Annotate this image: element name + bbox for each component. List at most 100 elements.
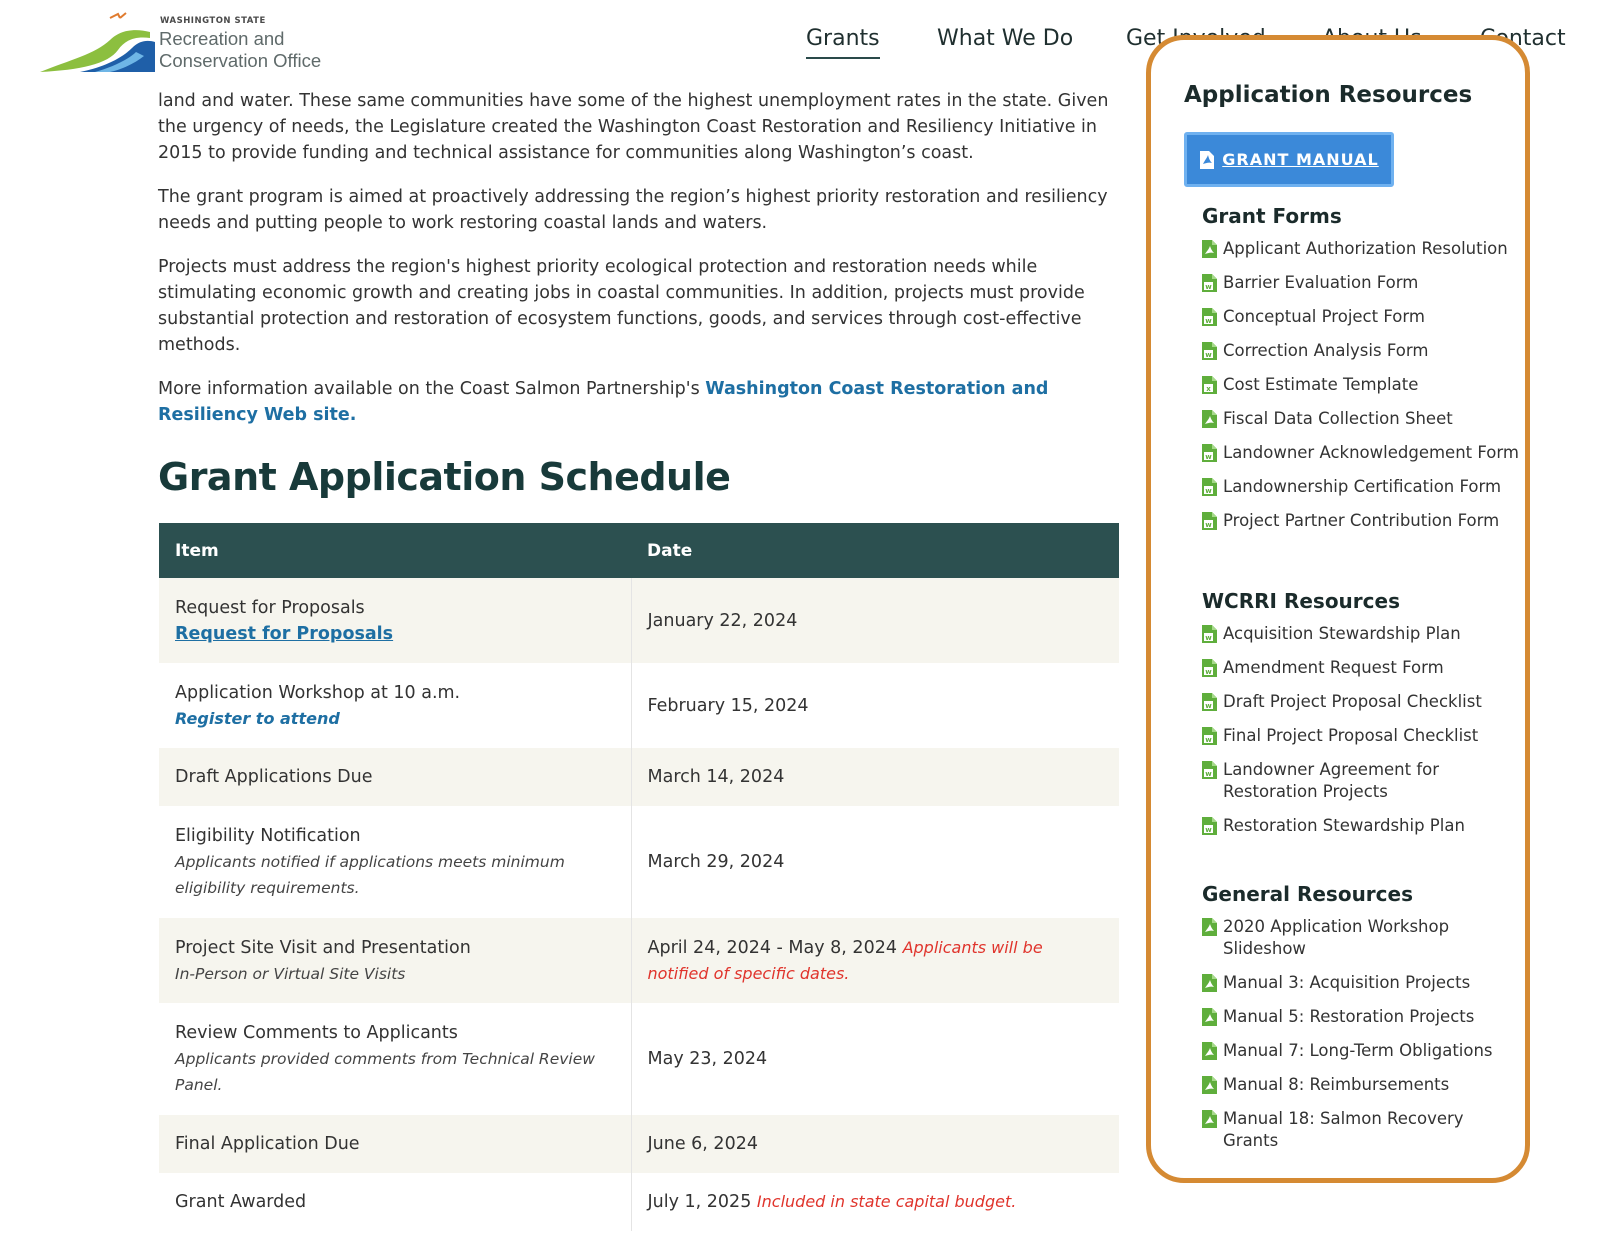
svg-text:w: w xyxy=(1205,521,1212,529)
resource-link-label: Manual 7: Long-Term Obligations xyxy=(1223,1041,1493,1060)
svg-text:w: w xyxy=(1205,770,1212,778)
date-cell: January 22, 2024 xyxy=(631,578,1119,663)
pdf-file-icon xyxy=(1202,1008,1217,1026)
general-heading: General Resources xyxy=(1202,882,1413,906)
general-resources-section: General Resources 2020 Application Works… xyxy=(1202,882,1523,1164)
word-file-icon: w xyxy=(1202,659,1217,677)
resource-link-label: Acquisition Stewardship Plan xyxy=(1223,624,1461,643)
resource-link-2020-application-workshop-slideshow[interactable]: 2020 Application Workshop Slideshow xyxy=(1202,916,1523,960)
word-file-icon: w xyxy=(1202,761,1217,779)
svg-text:w: w xyxy=(1205,634,1212,642)
resource-link-label: Final Project Proposal Checklist xyxy=(1223,726,1479,745)
word-file-icon: w xyxy=(1202,512,1217,530)
pdf-file-icon xyxy=(1202,240,1217,258)
resource-link-landownership-certification-form[interactable]: w Landownership Certification Form xyxy=(1202,476,1523,498)
pdf-file-icon xyxy=(1200,150,1215,169)
resource-link-label: Manual 18: Salmon Recovery Grants xyxy=(1223,1109,1464,1150)
grant-manual-button[interactable]: GRANT MANUAL xyxy=(1184,132,1394,187)
main-content: land and water. These same communities h… xyxy=(158,88,1113,446)
svg-text:w: w xyxy=(1205,351,1212,359)
svg-text:w: w xyxy=(1205,487,1212,495)
resource-link-correction-analysis-form[interactable]: w Correction Analysis Form xyxy=(1202,340,1523,362)
resource-link-label: Landownership Certification Form xyxy=(1223,477,1502,496)
resource-link-manual-5-restoration-projects[interactable]: Manual 5: Restoration Projects xyxy=(1202,1006,1523,1028)
grant-forms-section: Grant Forms Applicant Authorization Reso… xyxy=(1202,204,1523,544)
item-cell: Grant Awarded xyxy=(159,1173,632,1231)
more-info-text: More information available on the Coast … xyxy=(158,379,706,399)
resource-link-restoration-stewardship-plan[interactable]: w Restoration Stewardship Plan xyxy=(1202,815,1523,837)
resource-link-manual-3-acquisition-projects[interactable]: Manual 3: Acquisition Projects xyxy=(1202,972,1523,994)
register-to-attend-link[interactable]: Register to attend xyxy=(175,709,340,728)
grant-forms-list: Applicant Authorization Resolution w Barri… xyxy=(1202,238,1523,532)
wcrri-heading: WCRRI Resources xyxy=(1202,589,1400,613)
pdf-file-icon xyxy=(1202,1076,1217,1094)
resource-link-label: Fiscal Data Collection Sheet xyxy=(1223,409,1453,428)
resource-link-final-project-proposal-checklist[interactable]: w Final Project Proposal Checklist xyxy=(1202,725,1523,747)
item-text: Request for Proposals xyxy=(175,597,365,618)
resource-link-conceptual-project-form[interactable]: w Conceptual Project Form xyxy=(1202,306,1523,328)
item-note: In-Person or Virtual Site Visits xyxy=(175,964,406,983)
resource-link-label: Manual 5: Restoration Projects xyxy=(1223,1007,1475,1026)
svg-text:w: w xyxy=(1205,668,1212,676)
date-text: April 24, 2024 - May 8, 2024 xyxy=(647,937,897,958)
column-header-date: Date xyxy=(631,523,1119,578)
resource-link-draft-project-proposal-checklist[interactable]: w Draft Project Proposal Checklist xyxy=(1202,691,1523,713)
resource-link-manual-7-long-term-obligations[interactable]: Manual 7: Long-Term Obligations xyxy=(1202,1040,1523,1062)
svg-text:w: w xyxy=(1205,283,1212,291)
table-row: Draft Applications Due March 14, 2024 xyxy=(159,748,1119,806)
word-file-icon: w xyxy=(1202,817,1217,835)
item-note: Applicants provided comments from Techni… xyxy=(175,1050,595,1094)
item-text: Project Site Visit and Presentation xyxy=(175,937,471,958)
resource-link-landowner-agreement-for-restoration-projects[interactable]: w Landowner Agreement for Restoration Pro… xyxy=(1202,759,1523,803)
item-cell: Project Site Visit and Presentation In-P… xyxy=(159,918,632,1003)
resource-link-label: Conceptual Project Form xyxy=(1223,307,1425,326)
item-cell: Final Application Due xyxy=(159,1115,632,1173)
pdf-file-icon xyxy=(1202,918,1217,936)
resource-link-acquisition-stewardship-plan[interactable]: w Acquisition Stewardship Plan xyxy=(1202,623,1523,645)
resource-link-label: Restoration Stewardship Plan xyxy=(1223,816,1465,835)
item-cell: Draft Applications Due xyxy=(159,748,632,806)
table-row: Final Application Due June 6, 2024 xyxy=(159,1115,1119,1173)
request-for-proposals-link[interactable]: Request for Proposals xyxy=(175,624,393,644)
resource-link-barrier-evaluation-form[interactable]: w Barrier Evaluation Form xyxy=(1202,272,1523,294)
svg-text:w: w xyxy=(1205,736,1212,744)
item-text: Review Comments to Applicants xyxy=(175,1023,458,1043)
sidebar-title: Application Resources xyxy=(1184,82,1473,108)
resource-link-cost-estimate-template[interactable]: x Cost Estimate Template xyxy=(1202,374,1523,396)
resource-link-applicant-authorization-resolution[interactable]: Applicant Authorization Resolution xyxy=(1202,238,1523,260)
pdf-file-icon xyxy=(1202,1042,1217,1060)
table-row: Review Comments to Applicants Applicants… xyxy=(159,1003,1119,1115)
date-cell: July 1, 2025 Included in state capital b… xyxy=(631,1173,1119,1231)
schedule-table: Item Date Request for Proposals Request … xyxy=(159,523,1119,1231)
logo-state-text: WASHINGTON STATE xyxy=(160,16,266,26)
word-file-icon: w xyxy=(1202,693,1217,711)
resource-link-label: Landowner Acknowledgement Form xyxy=(1223,443,1519,462)
nav-what-we-do[interactable]: What We Do xyxy=(937,26,1073,51)
resource-link-label: Barrier Evaluation Form xyxy=(1223,273,1419,292)
item-cell: Request for Proposals Request for Propos… xyxy=(159,578,632,663)
intro-paragraph-1: land and water. These same communities h… xyxy=(158,91,1109,163)
date-text: July 1, 2025 xyxy=(647,1192,752,1212)
resource-link-project-partner-contribution-form[interactable]: w Project Partner Contribution Form xyxy=(1202,510,1523,532)
intro-paragraph-2: The grant program is aimed at proactivel… xyxy=(158,187,1108,233)
resource-link-label: Amendment Request Form xyxy=(1223,658,1444,677)
grant-forms-heading: Grant Forms xyxy=(1202,204,1342,228)
word-file-icon: w xyxy=(1202,444,1217,462)
resource-link-manual-8-reimbursements[interactable]: Manual 8: Reimbursements xyxy=(1202,1074,1523,1096)
resource-link-fiscal-data-collection-sheet[interactable]: Fiscal Data Collection Sheet xyxy=(1202,408,1523,430)
nav-grants[interactable]: Grants xyxy=(806,26,880,59)
resource-link-amendment-request-form[interactable]: w Amendment Request Form xyxy=(1202,657,1523,679)
svg-text:w: w xyxy=(1205,702,1212,710)
svg-text:x: x xyxy=(1206,385,1211,393)
column-header-item: Item xyxy=(159,523,631,578)
schedule-heading: Grant Application Schedule xyxy=(158,455,731,499)
date-cell: May 23, 2024 xyxy=(631,1003,1119,1115)
resource-link-manual-18-salmon-recovery-grants[interactable]: Manual 18: Salmon Recovery Grants xyxy=(1202,1108,1523,1152)
intro-paragraph-4: More information available on the Coast … xyxy=(158,376,1113,428)
resource-link-label: Correction Analysis Form xyxy=(1223,341,1429,360)
resource-link-landowner-acknowledgement-form[interactable]: w Landowner Acknowledgement Form xyxy=(1202,442,1523,464)
excel-file-icon: x xyxy=(1202,376,1217,394)
word-file-icon: w xyxy=(1202,308,1217,326)
word-file-icon: w xyxy=(1202,478,1217,496)
resource-link-label: Landowner Agreement for Restoration Proj… xyxy=(1223,760,1440,801)
